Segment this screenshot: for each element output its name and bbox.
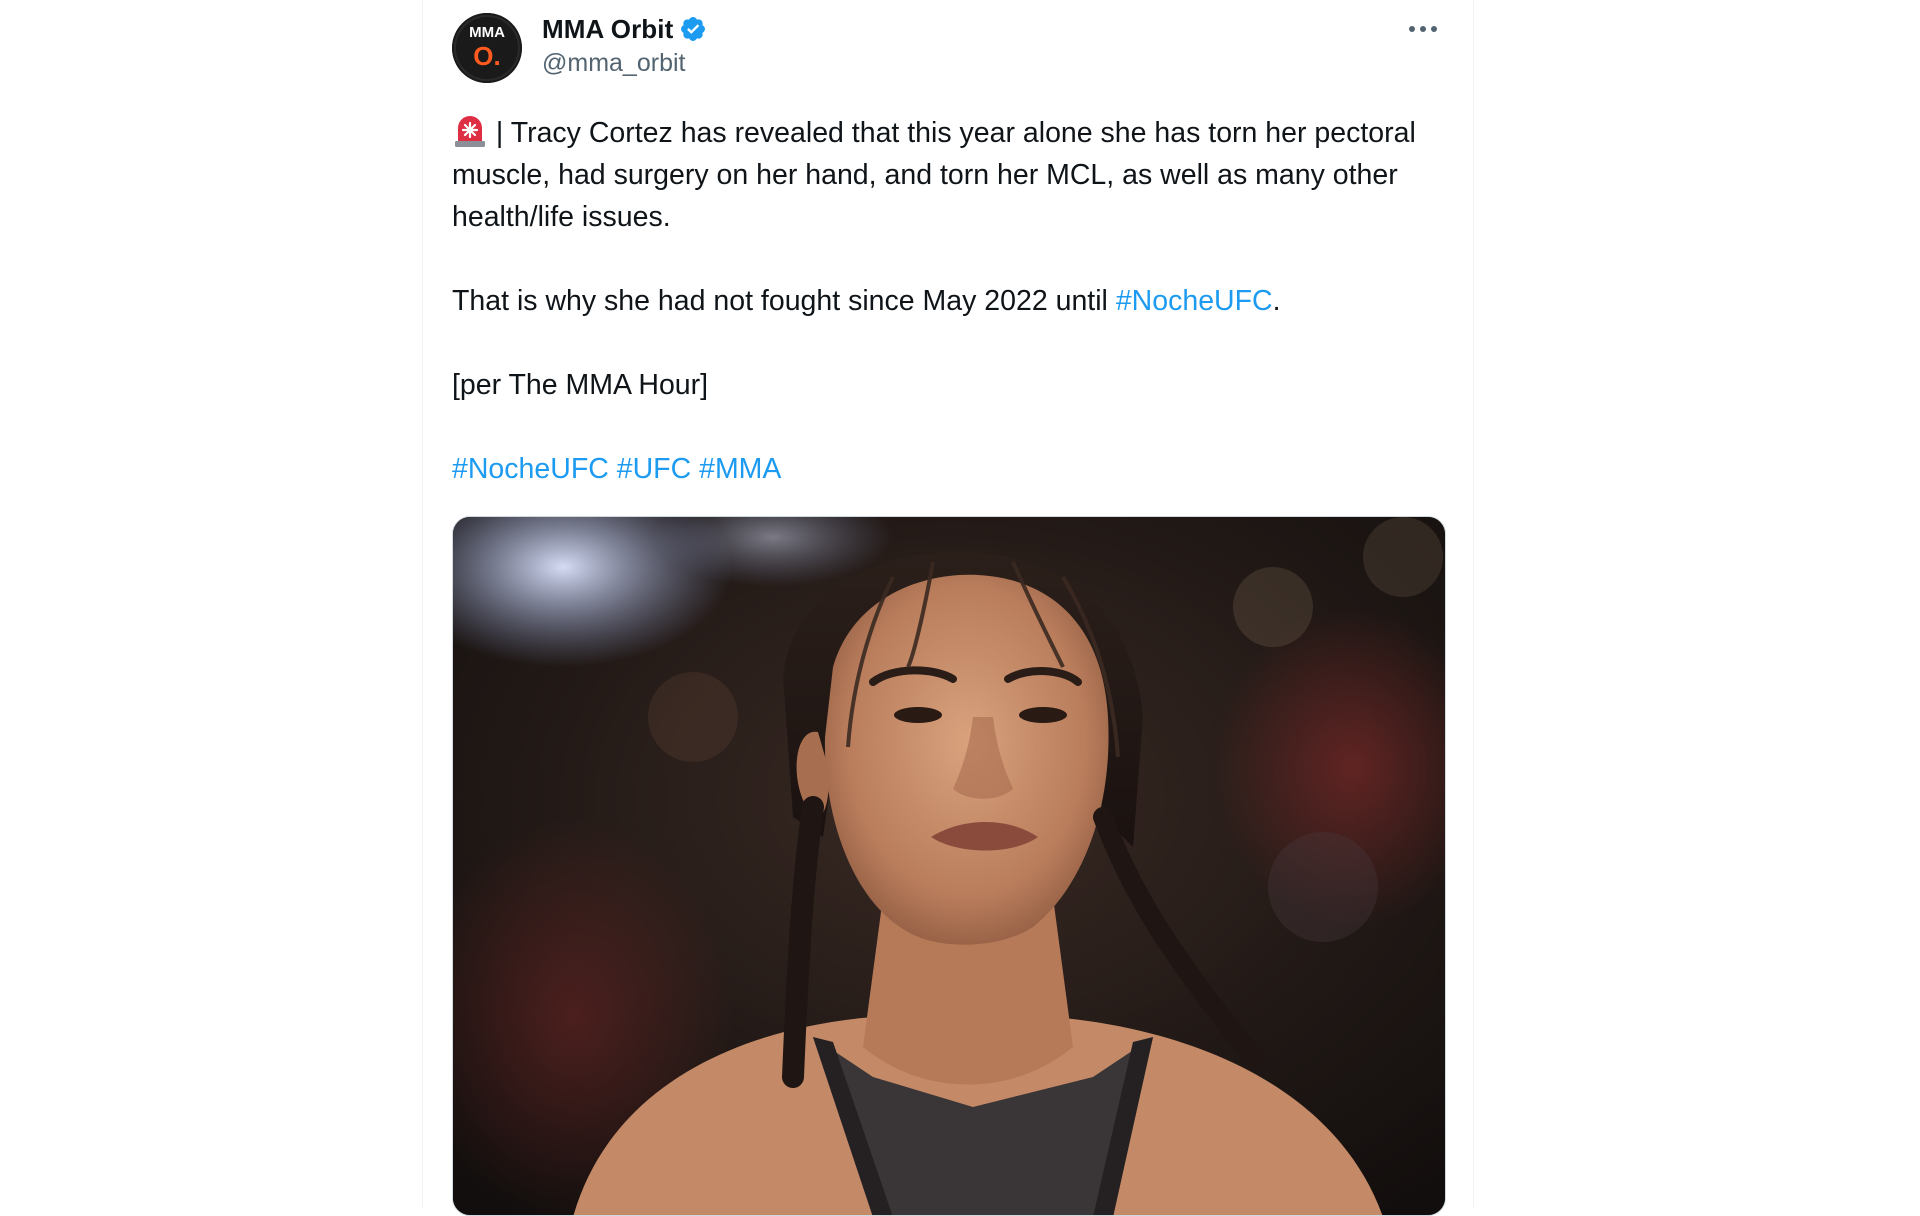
tweet-card[interactable]: MMA O. MMA Orbit @mma_orbit | Tracy Cort… [422,0,1474,1216]
tweet-paragraph-2-text: That is why she had not fought since May… [452,285,1116,317]
author-handle[interactable]: @mma_orbit [542,49,685,78]
hashtag-link[interactable]: #NocheUFC [452,453,609,485]
police-light-siren-icon [452,116,496,149]
author-name[interactable]: MMA Orbit [542,14,673,45]
tweet-paragraph-2-end: . [1272,285,1281,317]
more-options-icon [1409,26,1437,32]
verified-badge-icon [679,15,707,43]
avatar-text-top: MMA [469,24,505,41]
avatar[interactable]: MMA O. [452,13,522,83]
avatar-text-bottom: O. [473,41,500,71]
tweet-paragraph-1-text: | Tracy Cortez has revealed that this ye… [452,117,1416,233]
more-options-button[interactable] [1403,14,1443,44]
author-name-row[interactable]: MMA Orbit [542,14,707,44]
tweet-hashtags: #NocheUFC #UFC #MMA [452,448,1452,490]
hashtag-link[interactable]: #MMA [699,453,781,485]
hashtag-link[interactable]: #UFC [617,453,691,485]
tweet-paragraph-3: [per The MMA Hour] [452,369,709,401]
tweet-media-photo[interactable] [452,516,1446,1216]
tweet-paragraph-1: | Tracy Cortez has revealed that this ye… [452,112,1452,238]
hashtag-link[interactable]: #NocheUFC [1116,285,1273,317]
tweet-text: | Tracy Cortez has revealed that this ye… [452,112,1452,490]
tweet-paragraph-2: That is why she had not fought since May… [452,280,1452,322]
